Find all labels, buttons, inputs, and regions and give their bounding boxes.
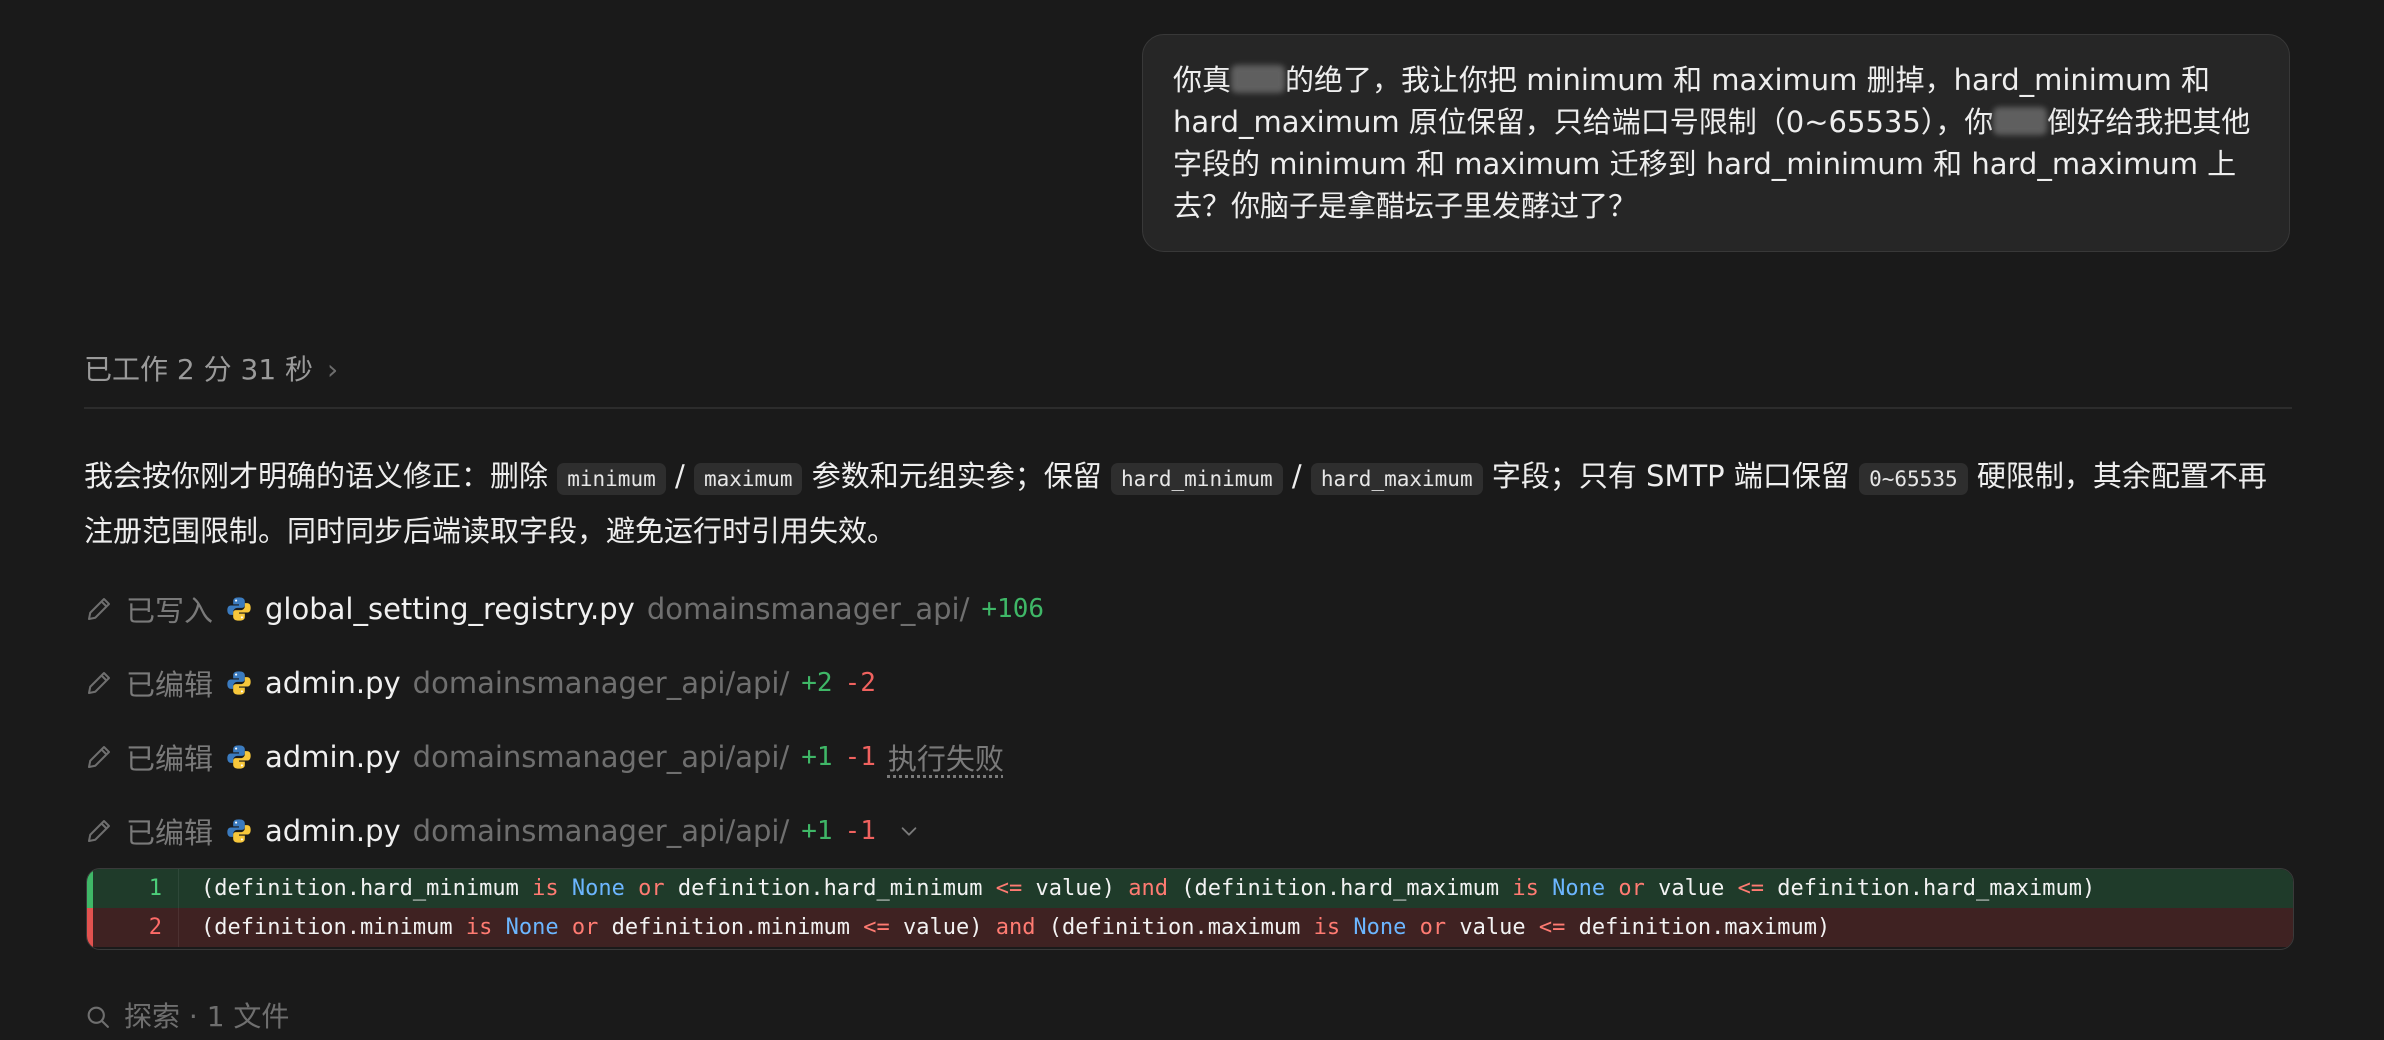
lines-added: +1 (801, 816, 833, 846)
assistant-text: 字段；只有 SMTP 端口保留 (1491, 459, 1850, 493)
inline-code: minimum (557, 463, 666, 495)
inline-code: hard_maximum (1310, 463, 1483, 495)
diff-view: 1 (definition.hard_minimum is None or de… (86, 868, 2294, 950)
file-action-row[interactable]: 已写入 global_setting_registry.py domainsma… (84, 585, 1044, 633)
inline-code: maximum (693, 463, 803, 495)
redacted-text (1231, 65, 1286, 93)
chevron-right-icon: › (327, 353, 339, 386)
inline-code: hard_minimum (1110, 463, 1283, 495)
file-path: domainsmanager_api/api/ (412, 814, 790, 848)
file-action-label: 已编辑 (126, 668, 214, 702)
file-name[interactable]: admin.py (265, 740, 401, 774)
pencil-icon (88, 746, 110, 768)
python-icon (227, 671, 251, 695)
lines-added: +2 (801, 668, 833, 698)
lines-added: +1 (801, 742, 833, 772)
chat-page: 你真 的绝了，我让你把 minimum 和 maximum 删掉，hard_min… (0, 0, 2384, 1040)
redacted-text (1993, 107, 2048, 135)
explore-label: 探索 · 1 文件 (124, 1000, 290, 1033)
file-name[interactable]: admin.py (265, 814, 401, 848)
chevron-down-icon[interactable] (898, 820, 920, 842)
pencil-icon (88, 820, 110, 842)
file-name[interactable]: global_setting_registry.py (265, 592, 635, 626)
user-message-text-1: 你真 (1173, 63, 1232, 97)
file-action-label: 已写入 (126, 594, 214, 628)
file-name[interactable]: admin.py (265, 666, 401, 700)
diff-line-removed: 2 (definition.minimum is None or definit… (87, 908, 2293, 947)
lines-added: +106 (981, 594, 1045, 624)
file-action-row[interactable]: 已编辑 admin.py domainsmanager_api/api/ +2 … (84, 659, 876, 707)
lines-removed: -1 (844, 816, 876, 846)
diff-code: (definition.hard_minimum is None or defi… (201, 876, 2096, 901)
pencil-icon (88, 672, 110, 694)
file-action-row[interactable]: 已编辑 admin.py domainsmanager_api/api/ +1 … (84, 807, 920, 855)
assistant-text: 参数和元组实参；保留 (811, 459, 1102, 493)
assistant-text: / (1291, 459, 1302, 493)
file-path: domainsmanager_api/api/ (412, 740, 790, 774)
file-action-row[interactable]: 已编辑 admin.py domainsmanager_api/api/ +1 … (84, 733, 1004, 781)
assistant-text: 我会按你刚才明确的语义修正：删除 (84, 459, 549, 493)
line-number: 1 (93, 869, 179, 908)
line-number: 2 (93, 908, 179, 947)
lines-removed: -1 (844, 742, 876, 772)
worked-duration-toggle[interactable]: 已工作 2 分 31 秒 › (84, 350, 338, 390)
python-icon (227, 745, 251, 769)
file-action-label: 已编辑 (126, 816, 214, 850)
file-path: domainsmanager_api/api/ (412, 666, 790, 700)
assistant-message: 我会按你刚才明确的语义修正：删除 minimum / maximum 参数和元组… (84, 450, 2294, 557)
file-action-label: 已编辑 (126, 742, 214, 776)
lines-removed: -2 (844, 668, 876, 698)
diff-code: (definition.minimum is None or definitio… (201, 915, 1831, 940)
user-message-bubble: 你真 的绝了，我让你把 minimum 和 maximum 删掉，hard_min… (1142, 34, 2290, 252)
python-icon (227, 819, 251, 843)
python-icon (227, 597, 251, 621)
search-icon (87, 1006, 109, 1028)
failure-status[interactable]: 执行失败 (888, 736, 1004, 778)
file-path: domainsmanager_api/ (646, 592, 970, 626)
worked-duration-label: 已工作 2 分 31 秒 (84, 353, 314, 386)
inline-code: 0~65535 (1859, 463, 1968, 495)
assistant-text: / (674, 459, 685, 493)
diff-line-added: 1 (definition.hard_minimum is None or de… (87, 869, 2293, 908)
explore-summary[interactable]: 探索 · 1 文件 (84, 997, 289, 1037)
pencil-icon (88, 598, 110, 620)
section-divider (84, 407, 2292, 409)
